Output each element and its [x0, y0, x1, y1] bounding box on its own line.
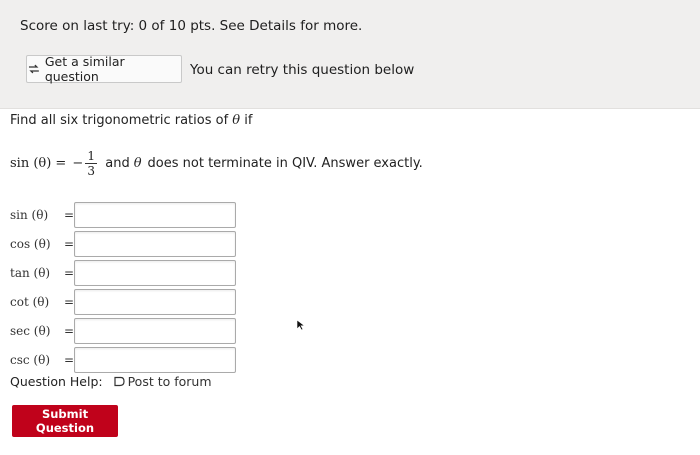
cot-label: cot (θ) — [10, 295, 50, 309]
answer-row-sin: sin (θ) = — [10, 201, 236, 229]
answer-row-csc: csc (θ) = — [10, 346, 236, 374]
sin-label: sin (θ) — [10, 208, 49, 222]
answer-row-cos: cos (θ) = — [10, 230, 236, 258]
equals-sign: = — [64, 295, 75, 309]
cos-label: cos (θ) — [10, 237, 51, 251]
similar-question-button[interactable]: Get a similar question — [26, 54, 182, 84]
given-lhs: sin (θ) = — [10, 155, 67, 171]
equals-sign: = — [64, 237, 75, 251]
fraction-denominator: 3 — [87, 163, 96, 178]
equals-sign: = — [64, 266, 75, 280]
given-fraction: 1 3 — [85, 148, 98, 178]
equals-sign: = — [64, 353, 75, 367]
post-to-forum-link[interactable]: Post to forum — [113, 374, 212, 389]
question-help: Question Help: Post to forum — [10, 374, 212, 389]
answer-row-tan: tan (θ) = — [10, 259, 236, 287]
post-to-forum-label: Post to forum — [127, 374, 212, 389]
prompt-prefix: Find all six trigonometric ratios of — [10, 113, 229, 128]
csc-input[interactable] — [74, 347, 236, 373]
prompt-theta: θ — [232, 113, 241, 128]
given-tail-and: and — [105, 155, 130, 171]
tan-label: tan (θ) — [10, 266, 51, 280]
score-panel: Score on last try: 0 of 10 pts. See Deta… — [0, 0, 700, 109]
sin-input[interactable] — [74, 202, 236, 228]
retry-text: You can retry this question below — [190, 62, 415, 78]
answer-row-cot: cot (θ) = — [10, 288, 236, 316]
help-label: Question Help: — [10, 374, 103, 389]
mouse-cursor-icon — [296, 319, 306, 331]
given-theta: θ — [133, 155, 142, 171]
sec-label: sec (θ) — [10, 324, 51, 338]
cot-input[interactable] — [74, 289, 236, 315]
given-tail-text: does not terminate in QIV. Answer exactl… — [147, 155, 423, 171]
answer-row-sec: sec (θ) = — [10, 317, 236, 345]
cos-input[interactable] — [74, 231, 236, 257]
speech-bubble-icon — [113, 376, 125, 386]
sec-input[interactable] — [74, 318, 236, 344]
fraction-numerator: 1 — [87, 148, 96, 163]
equals-sign: = — [64, 208, 75, 222]
tan-input[interactable] — [74, 260, 236, 286]
given-sign: − — [72, 155, 84, 171]
given-equation: sin (θ) = − 1 3 and θ does not terminate… — [10, 145, 423, 181]
prompt-suffix: if — [244, 113, 253, 128]
refresh-icon — [28, 64, 39, 74]
submit-question-button[interactable]: Submit Question — [12, 405, 118, 437]
question-prompt: Find all six trigonometric ratios of θ i… — [10, 113, 252, 128]
similar-question-label: Get a similar question — [44, 54, 125, 84]
equals-sign: = — [64, 324, 75, 338]
csc-label: csc (θ) — [10, 353, 51, 367]
score-text: Score on last try: 0 of 10 pts. See Deta… — [20, 18, 363, 34]
